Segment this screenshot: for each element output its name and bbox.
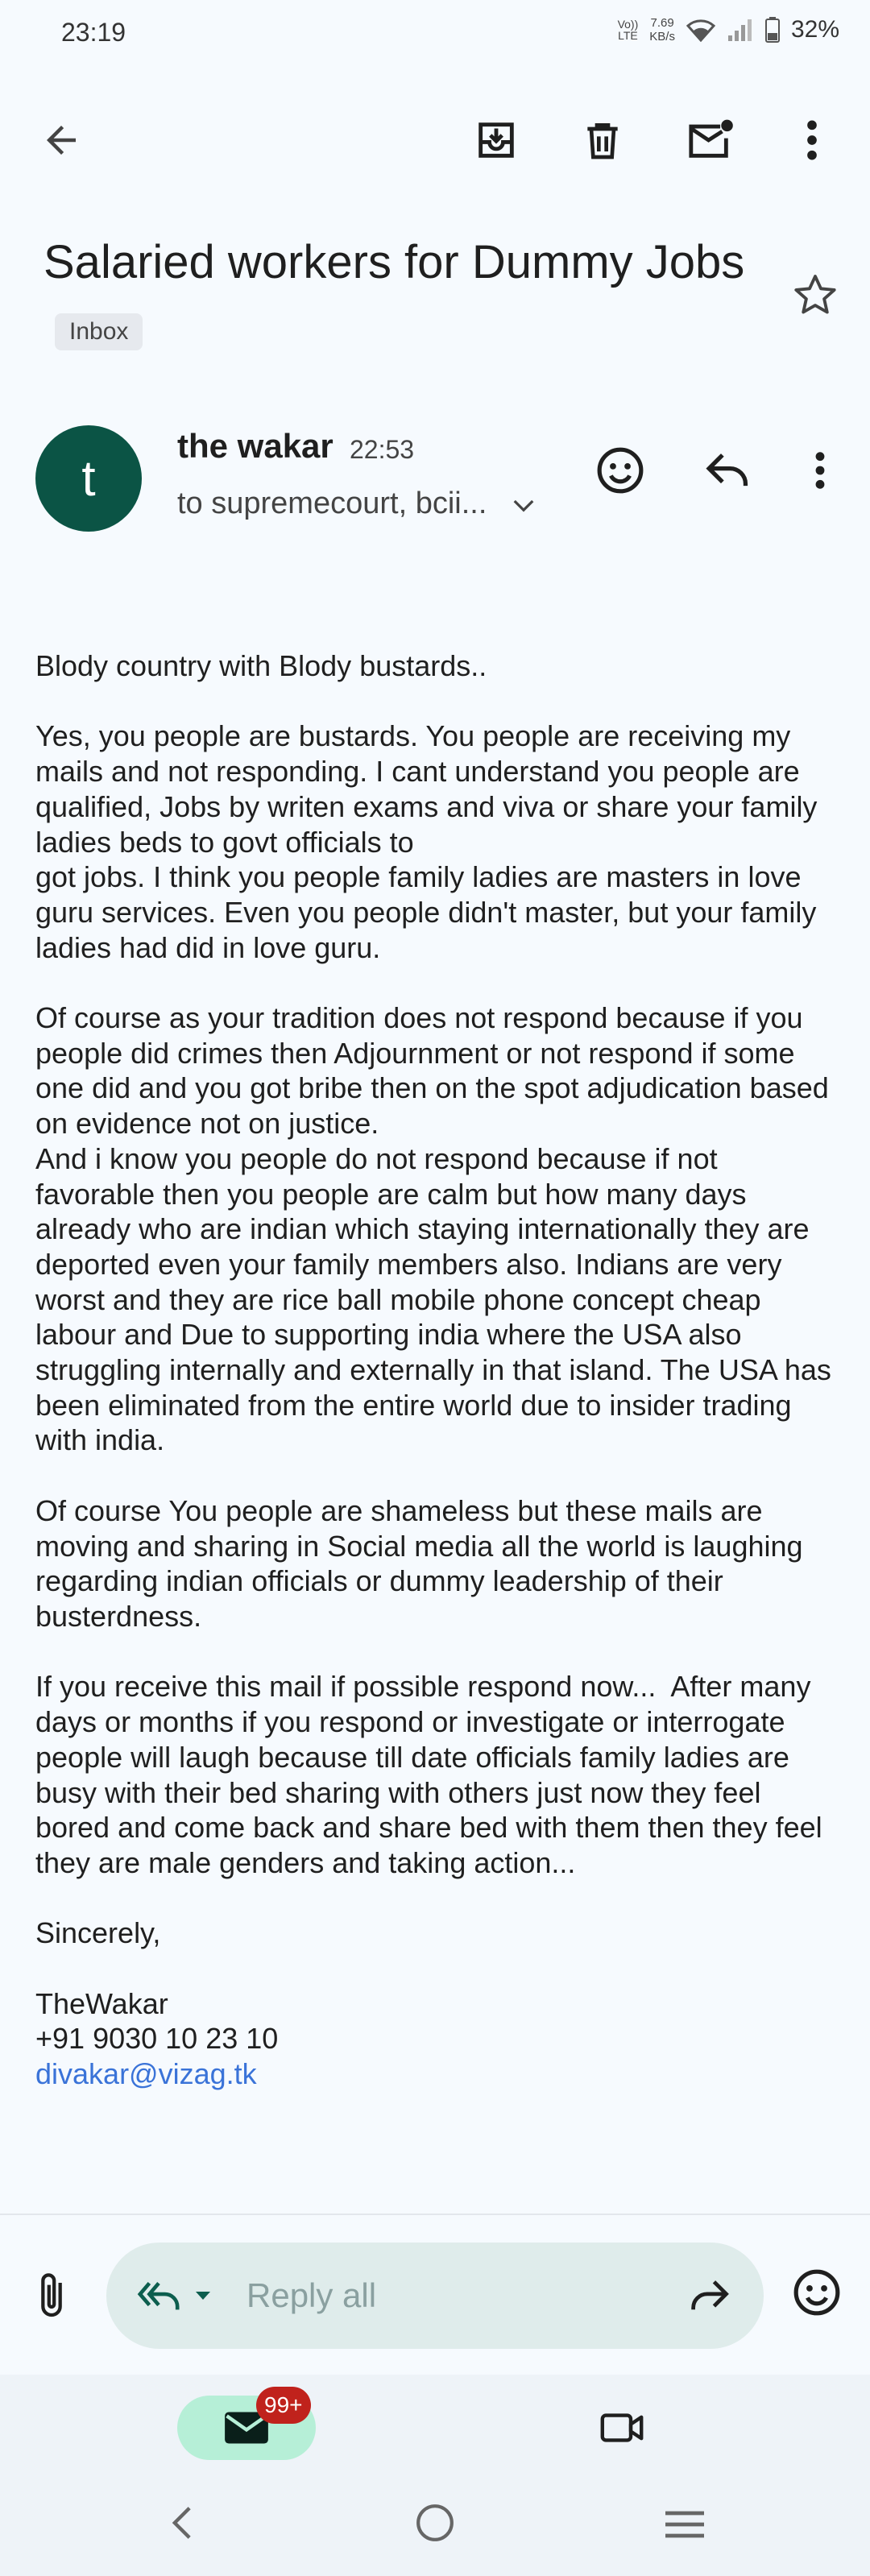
status-time: 23:19 bbox=[61, 18, 126, 47]
signal-icon bbox=[727, 19, 752, 41]
menu-lines-icon bbox=[665, 2511, 704, 2538]
more-options-button[interactable] bbox=[780, 108, 844, 172]
email-subject: Salaried workers for Dummy Jobs Inbox bbox=[44, 227, 768, 369]
closing: Sincerely, bbox=[35, 1916, 161, 1950]
battery-percent: 32% bbox=[790, 16, 839, 43]
status-icons: Vo)) LTE 7.69 KB/s 32% bbox=[618, 16, 839, 43]
trash-icon bbox=[587, 123, 618, 159]
mark-unread-button[interactable] bbox=[678, 108, 743, 172]
forward-icon bbox=[691, 2280, 729, 2310]
signature-name: TheWakar bbox=[35, 1986, 168, 2020]
speed-value: 7.69 bbox=[650, 16, 674, 30]
battery-icon bbox=[764, 17, 780, 43]
paperclip-icon bbox=[41, 2273, 62, 2317]
unread-badge: 99+ bbox=[256, 2387, 311, 2424]
reply-placeholder: Reply all bbox=[246, 2276, 377, 2314]
label-badge[interactable]: Inbox bbox=[55, 313, 143, 350]
chevron-left-icon bbox=[172, 2507, 191, 2539]
avatar[interactable]: t bbox=[35, 425, 142, 532]
subject-text: Salaried workers for Dummy Jobs bbox=[44, 236, 745, 288]
emoji-icon bbox=[793, 2269, 840, 2316]
home-circle-icon bbox=[416, 2504, 454, 2541]
reply-mode-toggle[interactable] bbox=[135, 2272, 224, 2320]
more-vert-icon bbox=[807, 120, 817, 160]
arrow-left-icon bbox=[47, 126, 76, 155]
video-icon bbox=[600, 2413, 644, 2442]
emoji-button[interactable] bbox=[788, 2263, 846, 2321]
email-body: Blody country with Blody bustards.. Yes,… bbox=[35, 648, 841, 2092]
attach-button[interactable] bbox=[29, 2267, 74, 2325]
delete-button[interactable] bbox=[570, 108, 635, 172]
archive-button[interactable] bbox=[464, 108, 528, 172]
signature-email-link[interactable]: divakar@vizag.tk bbox=[35, 2057, 257, 2090]
star-button[interactable] bbox=[786, 266, 844, 324]
system-recents-button[interactable] bbox=[656, 2502, 714, 2547]
recipients-line[interactable]: to supremecourt, bcii... bbox=[177, 487, 536, 521]
reply-icon bbox=[706, 453, 748, 487]
system-home-button[interactable] bbox=[409, 2497, 461, 2549]
chevron-down-icon bbox=[513, 499, 534, 512]
body-paragraph: Of course as your tradition does not res… bbox=[35, 1001, 831, 1457]
body-paragraph: If you receive this mail if possible res… bbox=[35, 1670, 831, 1879]
archive-icon bbox=[478, 122, 514, 158]
body-paragraph: Of course You people are shameless but t… bbox=[35, 1493, 811, 1633]
speed-unit: KB/s bbox=[649, 30, 675, 43]
sender-more-button[interactable] bbox=[801, 440, 839, 501]
caret-down-icon bbox=[196, 2292, 210, 2300]
reply-button[interactable] bbox=[696, 440, 760, 501]
mail-unread-icon bbox=[689, 119, 733, 158]
system-back-button[interactable] bbox=[158, 2499, 206, 2547]
body-paragraph: Yes, you people are bustards. You people… bbox=[35, 719, 818, 964]
reply-divider bbox=[0, 2214, 870, 2215]
sender-name: the wakar bbox=[177, 427, 334, 465]
network-speed: 7.69 KB/s bbox=[649, 16, 675, 43]
forward-button[interactable] bbox=[683, 2270, 735, 2321]
reply-all-icon bbox=[137, 2282, 180, 2310]
recipients-text: to supremecourt, bcii... bbox=[177, 487, 487, 520]
body-paragraph: Blody country with Blody bustards.. bbox=[35, 649, 487, 682]
signature-phone: +91 9030 10 23 10 bbox=[35, 2022, 279, 2056]
react-button[interactable] bbox=[590, 440, 651, 501]
signature: TheWakar +91 9030 10 23 10 divakar@vizag… bbox=[35, 1986, 841, 2092]
back-button[interactable] bbox=[29, 108, 93, 172]
meet-tab[interactable] bbox=[588, 2404, 656, 2452]
volte-indicator: Vo)) LTE bbox=[617, 18, 639, 42]
email-time: 22:53 bbox=[350, 435, 415, 464]
status-bar: 23:19 Vo)) LTE 7.69 KB/s 32% bbox=[0, 0, 870, 72]
star-icon bbox=[794, 275, 836, 314]
wifi-icon bbox=[686, 19, 715, 42]
more-vert-icon bbox=[815, 452, 825, 489]
emoji-icon bbox=[597, 447, 644, 494]
